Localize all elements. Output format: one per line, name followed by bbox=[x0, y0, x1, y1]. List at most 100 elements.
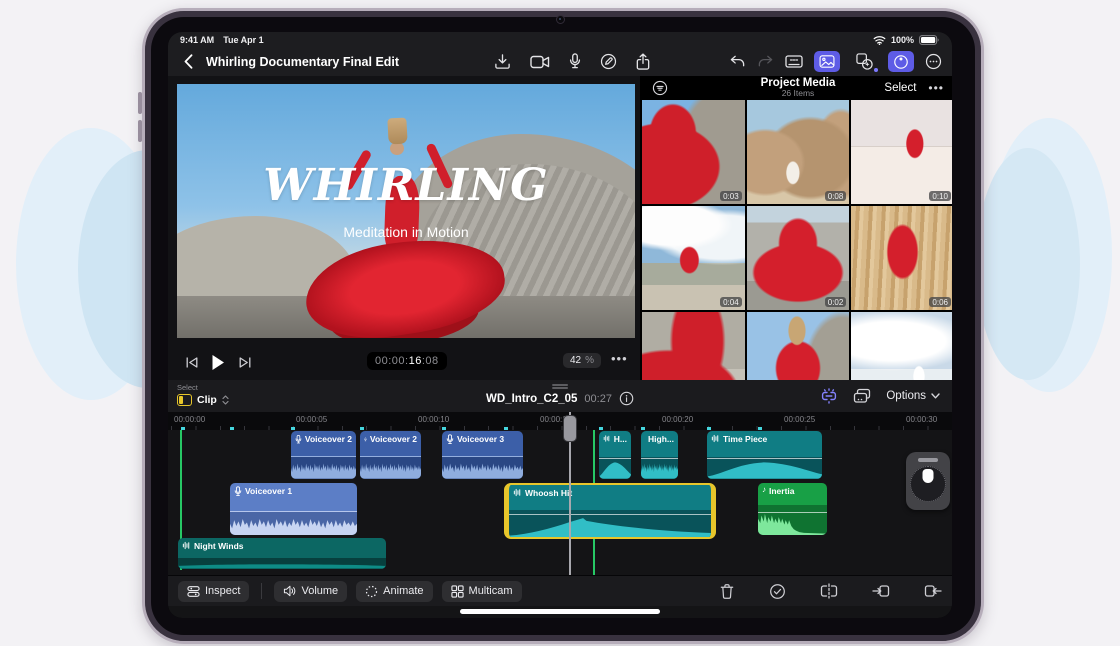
effects-button[interactable] bbox=[851, 51, 877, 72]
timeline-clip-time-piece[interactable]: Time Piece bbox=[707, 431, 822, 479]
home-indicator[interactable] bbox=[460, 609, 660, 614]
status-bar: 9:41 AM Tue Apr 1 100% bbox=[168, 32, 952, 47]
media-thumbnail[interactable]: 0:08 bbox=[747, 100, 850, 204]
record-audio-icon[interactable] bbox=[569, 53, 581, 70]
media-thumbnail[interactable]: 0:02 bbox=[747, 206, 850, 310]
mic-icon bbox=[364, 434, 367, 445]
skip-to-start-button[interactable] bbox=[185, 356, 199, 369]
insert-button[interactable] bbox=[924, 583, 942, 599]
record-video-icon[interactable] bbox=[530, 55, 550, 69]
clip-select-mode-button[interactable]: Clip bbox=[177, 394, 229, 406]
video-preview: WHIRLING Meditation in Motion bbox=[177, 84, 635, 338]
back-icon[interactable] bbox=[184, 54, 193, 69]
thumbnail-duration: 0:10 bbox=[929, 191, 951, 201]
animate-button[interactable]: Animate bbox=[356, 581, 432, 602]
ruler-label: 00:00:10 bbox=[418, 415, 449, 424]
timeline-bottom-toolbar: Inspect Volume Animate Multicam bbox=[168, 575, 952, 606]
front-camera bbox=[556, 15, 565, 24]
inspect-button[interactable]: Inspect bbox=[178, 581, 249, 602]
share-icon[interactable] bbox=[636, 53, 650, 70]
ruler-label: 00:00:25 bbox=[784, 415, 815, 424]
waveform-icon bbox=[513, 488, 522, 497]
jog-wheel[interactable] bbox=[906, 452, 950, 510]
overwrite-button[interactable] bbox=[872, 583, 890, 599]
more-options-icon[interactable] bbox=[925, 53, 942, 70]
top-chrome: 9:41 AM Tue Apr 1 100% Whirling Document… bbox=[168, 32, 952, 77]
transport-bar: 00:00:16:08 42% ••• bbox=[168, 345, 640, 381]
jog-wheel-handle[interactable] bbox=[918, 458, 938, 462]
options-button[interactable]: Options bbox=[886, 390, 940, 402]
play-button[interactable] bbox=[211, 354, 225, 371]
media-select-button[interactable]: Select bbox=[884, 82, 916, 94]
timecode-display[interactable]: 00:00:16:08 bbox=[367, 352, 447, 370]
zoom-level-button[interactable]: 42% bbox=[563, 353, 601, 368]
background-glow-right-inner bbox=[976, 148, 1080, 380]
clip-info-block[interactable]: WD_Intro_C2_05 00:27 bbox=[486, 382, 634, 406]
titles-icon[interactable] bbox=[785, 54, 803, 69]
timeline-clip-high[interactable]: High... bbox=[641, 431, 678, 479]
skip-to-end-button[interactable] bbox=[238, 356, 252, 369]
multicam-button[interactable]: Multicam bbox=[442, 581, 522, 602]
media-thumbnail[interactable]: 0:03 bbox=[642, 100, 745, 204]
thumbnail-duration: 0:04 bbox=[720, 297, 742, 307]
viewer-more-button[interactable]: ••• bbox=[611, 351, 628, 366]
ruler-label: 00:00:20 bbox=[662, 415, 693, 424]
media-thumbnail[interactable] bbox=[851, 312, 952, 380]
overlay-clip-icon[interactable] bbox=[853, 388, 871, 404]
media-more-button[interactable]: ••• bbox=[928, 81, 944, 95]
connect-clips-icon[interactable] bbox=[820, 388, 838, 404]
jog-wheel-dial[interactable] bbox=[910, 466, 946, 502]
timeline-clip-inertia[interactable]: ♪Inertia bbox=[758, 483, 827, 535]
media-thumbnail[interactable] bbox=[747, 312, 850, 380]
chevron-down-icon bbox=[931, 393, 940, 399]
import-icon[interactable] bbox=[494, 53, 511, 70]
annotate-icon[interactable] bbox=[600, 53, 617, 70]
split-clip-button[interactable] bbox=[820, 583, 838, 599]
page-background: 9:41 AM Tue Apr 1 100% Whirling Document… bbox=[0, 0, 1120, 646]
thumbnail-duration: 0:03 bbox=[720, 191, 742, 201]
volume-down-button bbox=[138, 120, 142, 142]
app-screen: 9:41 AM Tue Apr 1 100% Whirling Document… bbox=[168, 32, 952, 618]
timeline-clip-voiceover2b[interactable]: Voiceover 2 bbox=[360, 431, 421, 479]
thumbnail-duration: 0:02 bbox=[825, 297, 847, 307]
playhead-handle[interactable] bbox=[563, 415, 577, 442]
timeline-clip-night-winds[interactable]: Night Winds bbox=[178, 538, 386, 569]
thumbnail-duration: 0:08 bbox=[825, 191, 847, 201]
jog-wheel-pointer bbox=[923, 469, 934, 483]
status-time: 9:41 AM bbox=[180, 35, 214, 45]
enable-clip-button[interactable] bbox=[769, 583, 786, 600]
volume-tool-button[interactable]: Volume bbox=[274, 581, 347, 602]
clip-info-handle[interactable] bbox=[552, 384, 568, 386]
timeline-clip-voiceover2[interactable]: Voiceover 2 bbox=[291, 431, 356, 479]
delete-button[interactable] bbox=[719, 583, 735, 600]
media-browser-button[interactable] bbox=[814, 51, 840, 72]
viewer-panel: WHIRLING Meditation in Motion bbox=[168, 76, 640, 345]
clip-info-icon[interactable] bbox=[619, 391, 634, 406]
media-thumbnail[interactable]: 0:04 bbox=[642, 206, 745, 310]
ruler-label: 00:00:00 bbox=[174, 415, 205, 424]
media-thumbnail[interactable] bbox=[642, 312, 745, 380]
timeline-clip-whoosh-hit-selected[interactable]: Whoosh Hit bbox=[504, 483, 716, 539]
toolbar-divider bbox=[261, 583, 262, 599]
jog-wheel-toggle-button[interactable] bbox=[888, 51, 914, 72]
battery-percent: 100% bbox=[891, 35, 914, 45]
media-thumbnail[interactable]: 0:06 bbox=[851, 206, 952, 310]
waveform-icon bbox=[711, 434, 720, 443]
undo-icon[interactable] bbox=[729, 54, 746, 70]
video-subtitle-overlay: Meditation in Motion bbox=[177, 224, 635, 240]
timeline-clip-h[interactable]: H... bbox=[599, 431, 631, 479]
filter-icon[interactable] bbox=[652, 80, 668, 96]
timeline-clip-voiceover3[interactable]: Voiceover 3 bbox=[442, 431, 523, 479]
timeline-panel: Select Clip WD_Intro_C2_05 00:27 bbox=[168, 380, 952, 618]
effects-badge-dot bbox=[874, 68, 879, 73]
preview-dancer bbox=[177, 84, 635, 338]
timeline-clip-voiceover1[interactable]: Voiceover 1 bbox=[230, 483, 357, 535]
media-thumbnail[interactable]: 0:10 bbox=[851, 100, 952, 204]
project-media-panel: Project Media 26 Items Select ••• 0:03 0… bbox=[640, 76, 952, 380]
timeline-tracks: Voiceover 2 Voiceover 2 Voiceover 3 H... bbox=[168, 430, 952, 575]
video-title-overlay: WHIRLING bbox=[177, 160, 635, 211]
redo-icon[interactable] bbox=[757, 54, 774, 70]
effects-icon bbox=[856, 53, 873, 70]
mic-icon bbox=[234, 486, 242, 497]
jog-wheel-icon bbox=[893, 54, 909, 70]
